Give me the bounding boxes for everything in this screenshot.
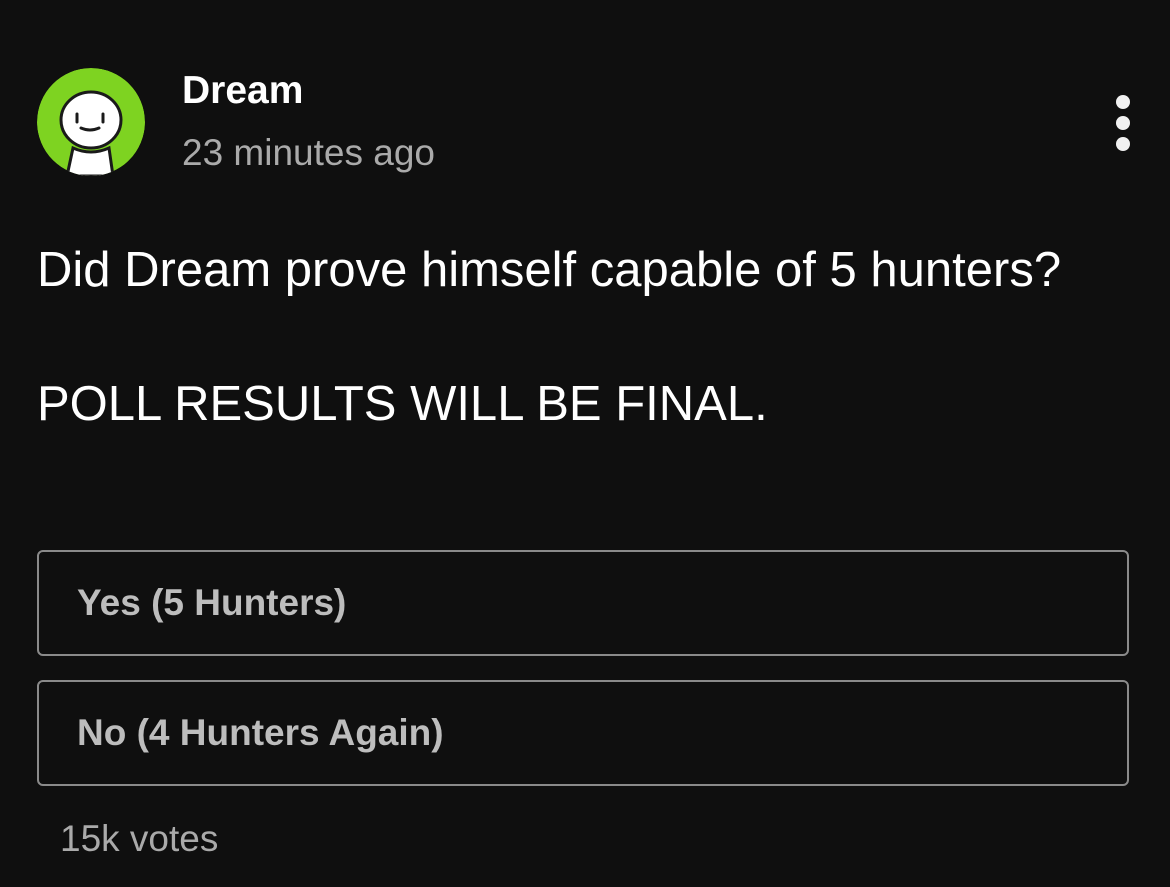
poll-option-label: No (4 Hunters Again) [77, 712, 444, 753]
poll-vote-count: 15k votes [60, 818, 219, 859]
more-options-button[interactable] [1098, 90, 1148, 156]
post-text: Did Dream prove himself capable of 5 hun… [37, 236, 1127, 438]
dream-smiley-icon [37, 68, 145, 176]
more-vertical-icon-dot [1116, 137, 1130, 151]
more-vertical-icon [1116, 95, 1130, 109]
post-notice: POLL RESULTS WILL BE FINAL. [37, 377, 768, 431]
author-name[interactable]: Dream [182, 68, 303, 114]
poll-option-label: Yes (5 Hunters) [77, 582, 347, 623]
poll-option-no[interactable]: No (4 Hunters Again) [37, 680, 1129, 786]
more-vertical-icon-dot [1116, 116, 1130, 130]
post-timestamp: 23 minutes ago [182, 132, 436, 173]
post-question: Did Dream prove himself capable of 5 hun… [37, 243, 1062, 297]
poll-option-yes[interactable]: Yes (5 Hunters) [37, 550, 1129, 656]
community-post: Dream 23 minutes ago Did Dream prove him… [0, 0, 1170, 887]
author-avatar[interactable] [37, 68, 145, 176]
